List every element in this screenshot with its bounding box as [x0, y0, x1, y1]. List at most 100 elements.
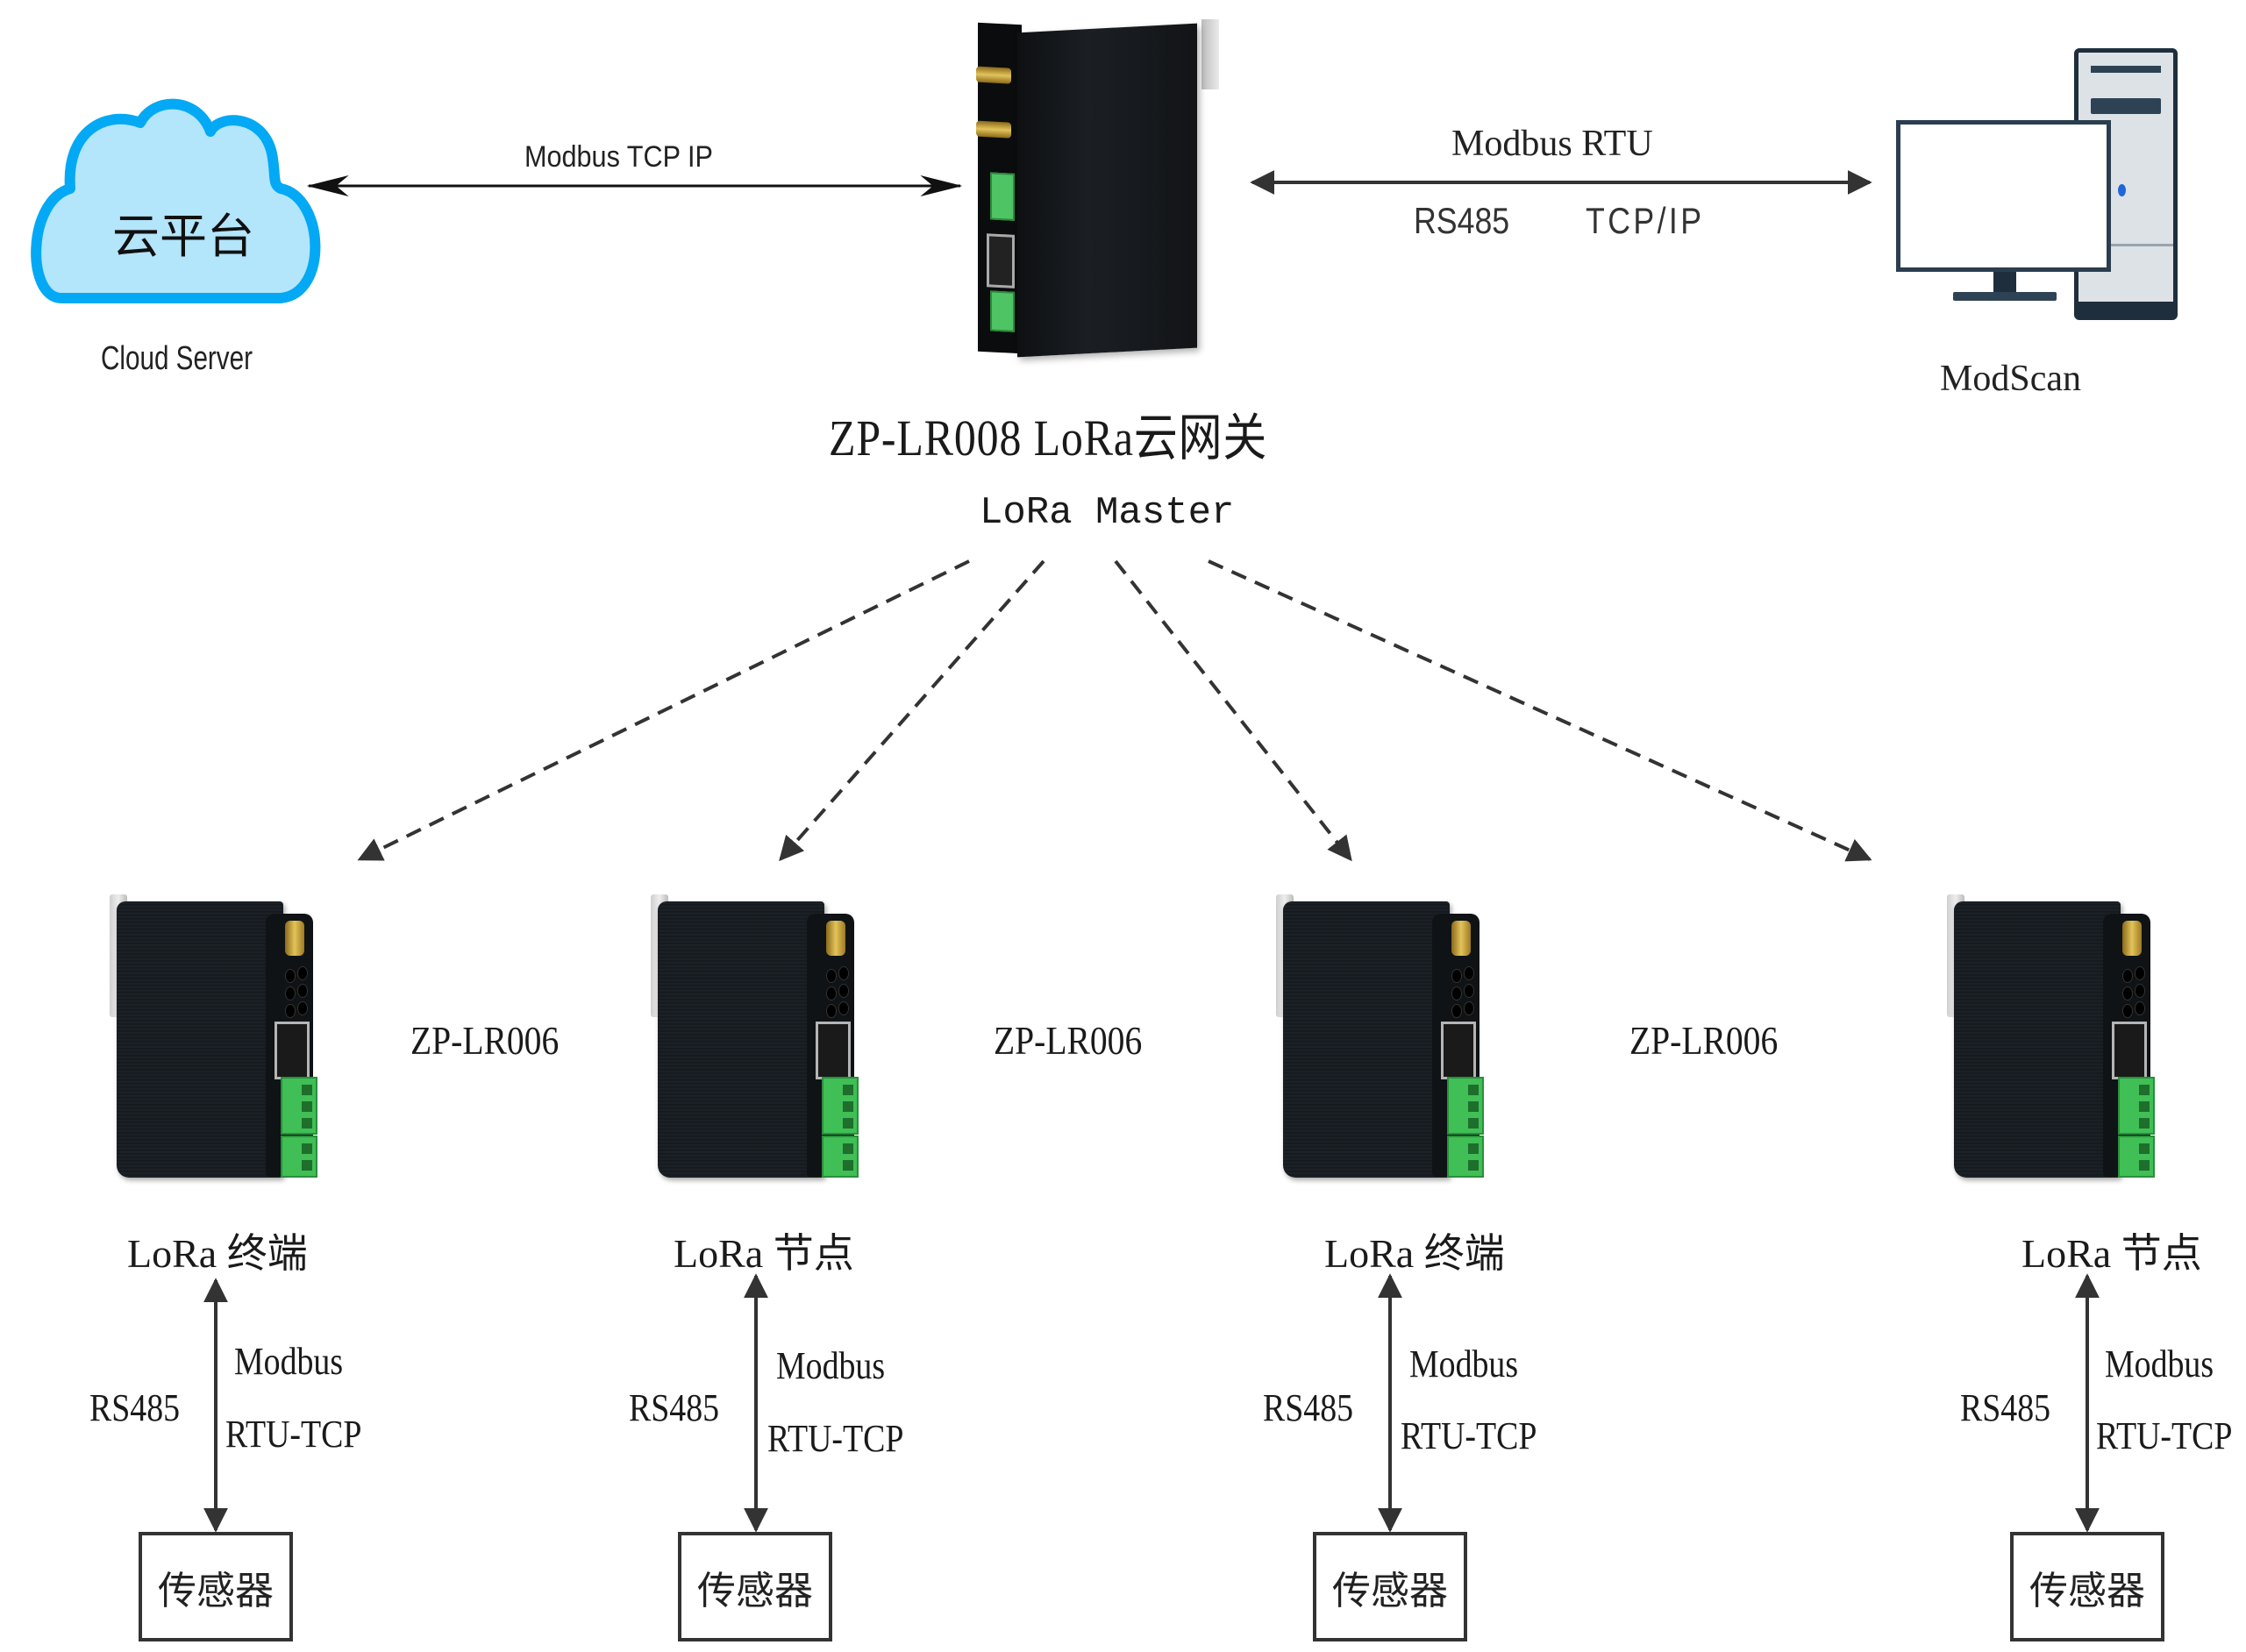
- rs485-terminal-block: [281, 1077, 317, 1135]
- sensor-label: 传感器: [158, 1568, 274, 1613]
- device-body: [658, 901, 824, 1178]
- device-body: [1283, 901, 1450, 1178]
- lora-terminal-device: [1276, 894, 1513, 1184]
- protocol-label-line1: Modbus: [2105, 1342, 2214, 1385]
- node-label: LoRa 节点: [2021, 1231, 2202, 1276]
- antenna-connector-icon: [826, 921, 845, 956]
- model-label: ZP-LR006: [410, 1018, 560, 1063]
- led-icon: [826, 1004, 837, 1018]
- protocol-label-line1: Modbus: [1409, 1342, 1519, 1385]
- monitor-stand: [1993, 272, 2016, 294]
- led-power-icon: [1451, 969, 1462, 983]
- led-icon: [1451, 1004, 1462, 1018]
- power-terminal: [990, 290, 1015, 332]
- led-icon: [2122, 1004, 2133, 1018]
- interface-label: RS485: [1263, 1386, 1354, 1429]
- node-label: LoRa 终端: [1324, 1231, 1505, 1276]
- interface-label: RS485: [89, 1386, 181, 1429]
- cloud-caption: Cloud Server: [101, 340, 253, 377]
- rs485-terminal-block: [2118, 1077, 2155, 1135]
- gateway-role: LoRa Master: [980, 491, 1235, 535]
- led-485-rx-icon: [838, 984, 849, 998]
- monitor-icon: [1896, 120, 2111, 272]
- pc-link-interface-2: TCP/IP: [1586, 200, 1705, 241]
- rj45-port-icon: [2112, 1022, 2147, 1079]
- led-485-rx-icon: [297, 984, 308, 998]
- antenna-connector-icon: [285, 921, 304, 956]
- terminal-block: [990, 172, 1015, 221]
- protocol-label-line1: Modbus: [776, 1344, 886, 1387]
- lora-link-2: [779, 559, 1045, 862]
- led-sys-icon: [838, 966, 849, 980]
- protocol-label-line1: Modbus: [234, 1340, 344, 1383]
- led-power-icon: [285, 969, 296, 983]
- led-icon: [297, 1001, 308, 1015]
- drive-bay: [2091, 98, 2161, 114]
- pc-link-protocol: Modbus RTU: [1451, 124, 1653, 164]
- sensor-label: 传感器: [697, 1568, 813, 1613]
- node-label: LoRa 终端: [127, 1231, 308, 1276]
- pc-link-interface-1: RS485: [1414, 200, 1510, 241]
- sensor-box: 传感器: [678, 1532, 832, 1641]
- lora-link-1: [357, 559, 970, 861]
- interface-label: RS485: [629, 1386, 720, 1429]
- led-sys-icon: [2135, 966, 2145, 980]
- rs485-terminal-block: [822, 1077, 859, 1135]
- protocol-label-line2: RTU-TCP: [1401, 1414, 1537, 1457]
- led-485-tx-icon: [826, 986, 837, 1000]
- rj45-port-icon: [275, 1022, 310, 1079]
- led-power-icon: [2122, 969, 2133, 983]
- lora-node-device: [651, 894, 888, 1184]
- rj45-port-icon: [987, 233, 1015, 288]
- monitor-base: [1953, 292, 2057, 301]
- drive-bay: [2091, 66, 2161, 73]
- led-power-icon: [826, 969, 837, 983]
- led-485-tx-icon: [1451, 986, 1462, 1000]
- led-icon: [2135, 1001, 2145, 1015]
- led-sys-icon: [1464, 966, 1474, 980]
- gateway-body: [1017, 23, 1197, 358]
- lora-link-3: [1114, 559, 1352, 862]
- sensor-label: 传感器: [2029, 1568, 2145, 1613]
- antenna-connector-icon: [2122, 921, 2142, 956]
- led-485-rx-icon: [2135, 984, 2145, 998]
- lora-link-4: [1208, 559, 1872, 862]
- interface-label: RS485: [1960, 1386, 2051, 1429]
- lora-node-device: [1947, 894, 2184, 1184]
- led-icon: [838, 1001, 849, 1015]
- protocol-label-line2: RTU-TCP: [767, 1417, 904, 1460]
- rj45-port-icon: [816, 1022, 851, 1079]
- power-terminal-block: [281, 1136, 317, 1178]
- protocol-label-line2: RTU-TCP: [225, 1413, 362, 1456]
- rs485-terminal-block: [1447, 1077, 1484, 1135]
- device-body: [1954, 901, 2121, 1178]
- antenna-connector-icon: [976, 66, 1011, 84]
- din-rail-clip: [1201, 19, 1219, 89]
- node-label: LoRa 节点: [674, 1231, 854, 1276]
- led-sys-icon: [297, 966, 308, 980]
- gateway-title: ZP-LR008 LoRa云网关: [829, 409, 1268, 466]
- led-485-tx-icon: [285, 986, 296, 1000]
- sensor-box: 传感器: [2010, 1532, 2164, 1641]
- power-terminal-block: [1447, 1136, 1484, 1178]
- model-label: ZP-LR006: [994, 1018, 1143, 1063]
- sensor-label: 传感器: [1332, 1568, 1448, 1613]
- antenna-connector-icon: [1451, 921, 1471, 956]
- led-icon: [285, 1004, 296, 1018]
- sensor-box: 传感器: [139, 1532, 293, 1641]
- protocol-label-line2: RTU-TCP: [2096, 1414, 2233, 1457]
- led-485-tx-icon: [2122, 986, 2133, 1000]
- led-485-rx-icon: [1464, 984, 1474, 998]
- model-label: ZP-LR006: [1629, 1018, 1779, 1063]
- lora-terminal-device: [110, 894, 346, 1184]
- gateway-front-panel: [976, 22, 1022, 354]
- gateway-device: [976, 19, 1223, 361]
- device-body: [117, 901, 283, 1178]
- cloud-label: 云平台: [112, 209, 254, 264]
- power-indicator-icon: [2118, 184, 2126, 196]
- sensor-box: 传感器: [1313, 1532, 1467, 1641]
- rj45-port-icon: [1441, 1022, 1476, 1079]
- pc-label: ModScan: [1940, 359, 2081, 399]
- cloud-link-label: Modbus TCP IP: [524, 140, 713, 174]
- tower-base: [2078, 302, 2173, 316]
